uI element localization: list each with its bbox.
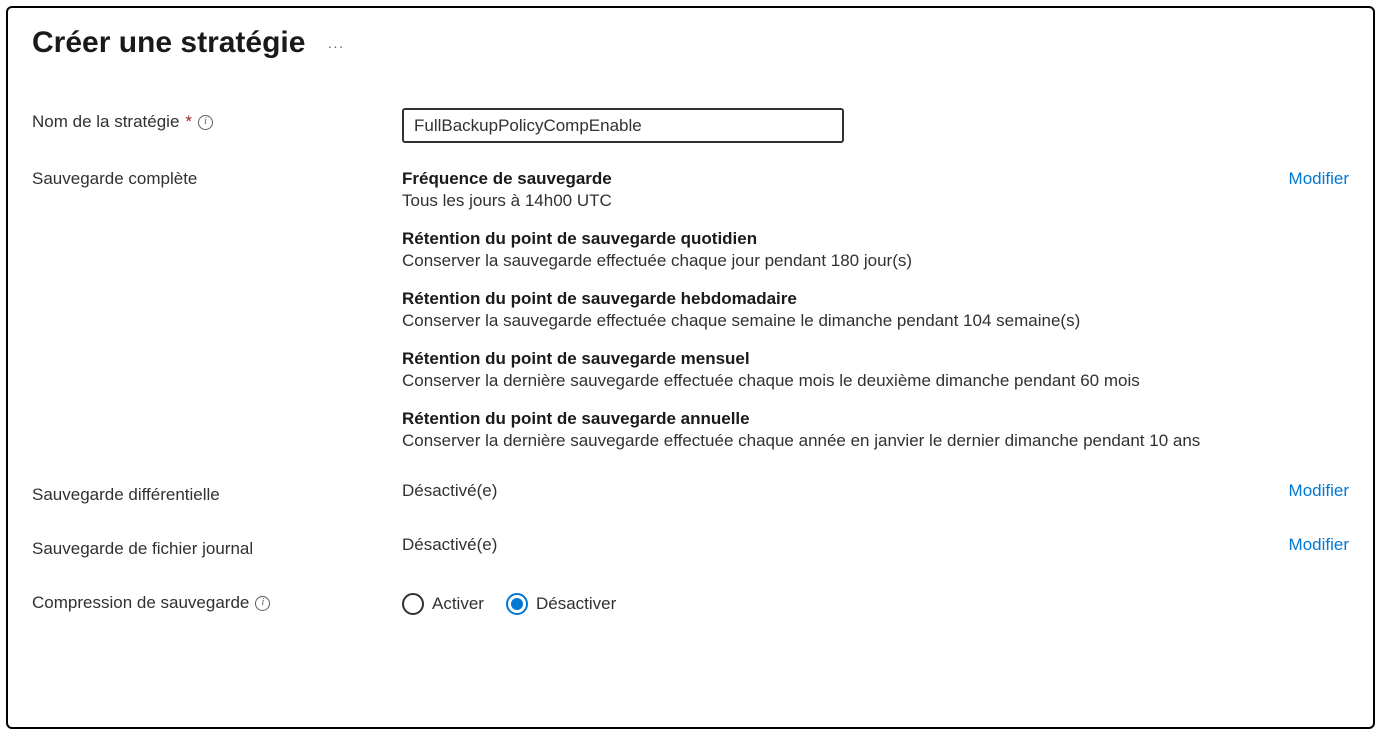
daily-retention-section: Rétention du point de sauvegarde quotidi… [402,229,1259,271]
frequency-section: Fréquence de sauvegarde Tous les jours à… [402,169,1259,211]
full-backup-edit-link[interactable]: Modifier [1289,169,1349,188]
full-backup-row: Sauvegarde complète Fréquence de sauvega… [32,169,1349,451]
full-backup-content: Fréquence de sauvegarde Tous les jours à… [402,169,1259,451]
compression-disable-radio[interactable]: Désactiver [506,593,616,615]
monthly-retention-title: Rétention du point de sauvegarde mensuel [402,349,1259,369]
log-backup-label: Sauvegarde de fichier journal [32,535,402,559]
differential-backup-edit-link[interactable]: Modifier [1289,481,1349,500]
yearly-retention-desc: Conserver la dernière sauvegarde effectu… [402,431,1259,451]
monthly-retention-section: Rétention du point de sauvegarde mensuel… [402,349,1259,391]
daily-retention-desc: Conserver la sauvegarde effectuée chaque… [402,251,1259,271]
weekly-retention-title: Rétention du point de sauvegarde hebdoma… [402,289,1259,309]
daily-retention-title: Rétention du point de sauvegarde quotidi… [402,229,1259,249]
weekly-retention-section: Rétention du point de sauvegarde hebdoma… [402,289,1259,331]
info-icon[interactable]: i [255,596,270,611]
yearly-retention-title: Rétention du point de sauvegarde annuell… [402,409,1259,429]
yearly-retention-section: Rétention du point de sauvegarde annuell… [402,409,1259,451]
compression-enable-radio[interactable]: Activer [402,593,484,615]
frequency-title: Fréquence de sauvegarde [402,169,1259,189]
monthly-retention-desc: Conserver la dernière sauvegarde effectu… [402,371,1259,391]
log-backup-row: Sauvegarde de fichier journal Désactivé(… [32,535,1349,559]
frequency-desc: Tous les jours à 14h00 UTC [402,191,1259,211]
weekly-retention-desc: Conserver la sauvegarde effectuée chaque… [402,311,1259,331]
radio-enable-label: Activer [432,594,484,614]
radio-unchecked-icon [402,593,424,615]
compression-radio-group: Activer Désactiver [402,593,1259,615]
info-icon[interactable]: i [198,115,213,130]
compression-label: Compression de sauvegarde i [32,589,402,613]
differential-backup-value: Désactivé(e) [402,481,1259,501]
page-title: Créer une stratégie [32,26,305,60]
header: Créer une stratégie ··· [32,26,1349,60]
more-icon[interactable]: ··· [327,32,344,54]
radio-disable-label: Désactiver [536,594,616,614]
required-indicator: * [185,112,192,132]
differential-backup-row: Sauvegarde différentielle Désactivé(e) M… [32,481,1349,505]
log-backup-value: Désactivé(e) [402,535,1259,555]
policy-name-row: Nom de la stratégie * i [32,108,1349,143]
log-backup-edit-link[interactable]: Modifier [1289,535,1349,554]
policy-name-input[interactable] [402,108,844,143]
radio-checked-icon [506,593,528,615]
differential-backup-label: Sauvegarde différentielle [32,481,402,505]
full-backup-label: Sauvegarde complète [32,169,402,189]
policy-name-label: Nom de la stratégie * i [32,108,402,132]
create-policy-panel: Créer une stratégie ··· Nom de la straté… [6,6,1375,729]
compression-row: Compression de sauvegarde i Activer Désa… [32,589,1349,615]
